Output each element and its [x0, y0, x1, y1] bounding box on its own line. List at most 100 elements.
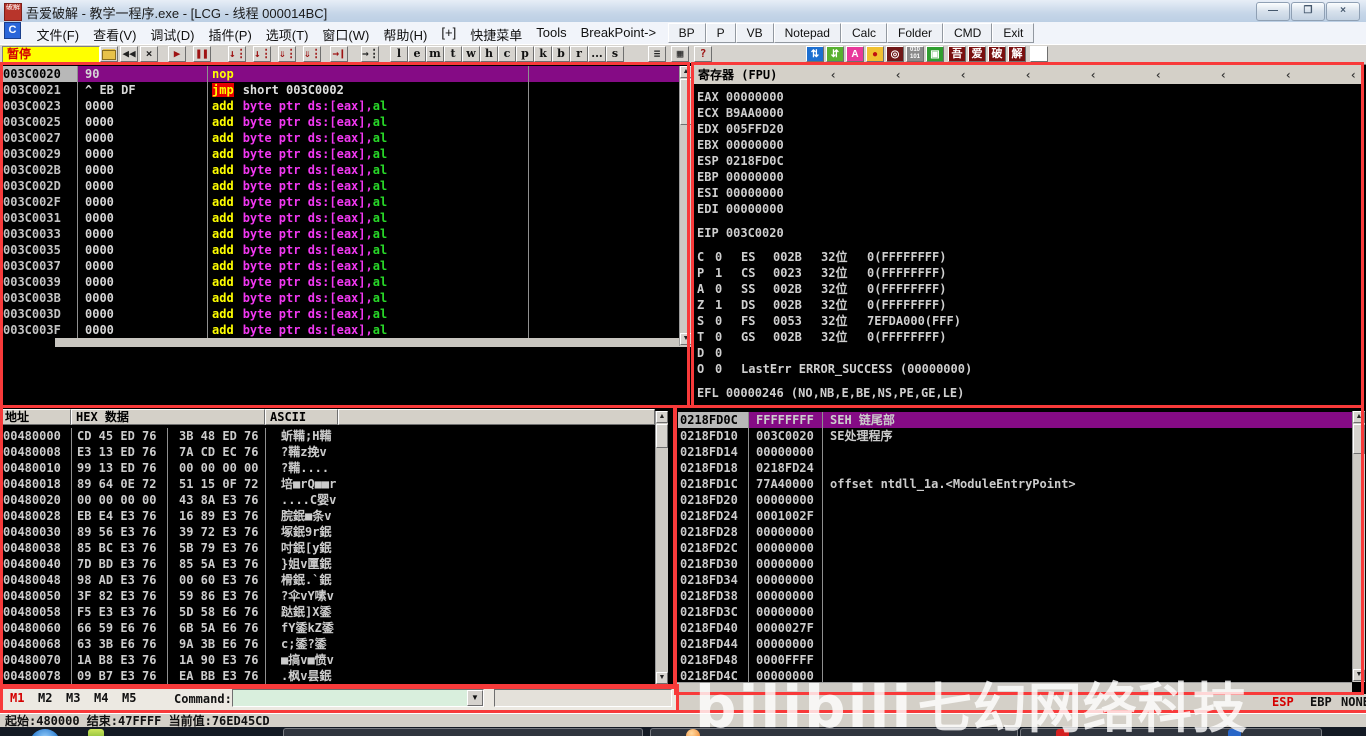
- execute-till-return-icon[interactable]: →❙: [330, 46, 348, 62]
- stack-row[interactable]: 0218FD24 0001002F: [678, 508, 1352, 524]
- disasm-scrollbar[interactable]: ▲ ▼: [679, 66, 692, 346]
- pane-button-l[interactable]: l: [390, 46, 408, 62]
- updown-icon[interactable]: ⇵: [826, 46, 844, 62]
- disasm-row[interactable]: 003C0029 0000 add byte ptr ds:[eax],al: [0, 146, 680, 162]
- pane-button-p[interactable]: p: [516, 46, 534, 62]
- disasm-row[interactable]: 003C0021 ^ EB DF jmp short 003C0002: [0, 82, 680, 98]
- column-divider[interactable]: [77, 66, 78, 338]
- flag-row[interactable]: D0: [697, 345, 1357, 361]
- target-icon[interactable]: ◎: [886, 46, 904, 62]
- pane-button-t[interactable]: t: [444, 46, 462, 62]
- efl-row[interactable]: EFL 00000246 (NO,NB,E,BE,NS,PE,GE,LE): [697, 385, 1357, 401]
- stack-row[interactable]: 0218FD18 0218FD24: [678, 460, 1352, 476]
- scroll-down-icon[interactable]: ▼: [656, 672, 668, 684]
- log-icon[interactable]: ≡: [648, 46, 666, 62]
- menu-item-[interactable]: 快捷菜单: [463, 22, 529, 44]
- menu-item-[interactable]: [+]: [434, 22, 463, 44]
- pane-button-m[interactable]: m: [426, 46, 444, 62]
- scroll-down-icon[interactable]: ▼: [1353, 669, 1365, 681]
- disasm-row[interactable]: 003C0031 0000 add byte ptr ds:[eax],al: [0, 210, 680, 226]
- taskbar-button[interactable]: [283, 728, 643, 736]
- dump-row[interactable]: 00480050 3F 82 E3 76 59 86 E3 76 ?伞vY嗉v: [0, 588, 654, 604]
- binary-icon[interactable]: 010 101: [906, 46, 924, 62]
- disasm-row[interactable]: 003C003F 0000 add byte ptr ds:[eax],al: [0, 322, 680, 338]
- dump-row[interactable]: 00480028 EB E4 E3 76 16 89 E3 76 脘鈱■条v: [0, 508, 654, 524]
- stack-row[interactable]: 0218FD48 0000FFFF: [678, 652, 1352, 668]
- flag-row[interactable]: O 0 LastErr ERROR_SUCCESS (00000000): [697, 361, 1357, 377]
- dump-row[interactable]: 00480020 00 00 00 00 43 8A E3 76 ....C婴v: [0, 492, 654, 508]
- register-row[interactable]: EBX 00000000: [697, 137, 1357, 153]
- windows-taskbar[interactable]: [0, 727, 1366, 736]
- menu-item-h[interactable]: 帮助(H): [376, 22, 434, 44]
- dump-row[interactable]: 00480038 85 BC E3 76 5B 79 E3 76 吋鈱[y鈱: [0, 540, 654, 556]
- pane-button-c[interactable]: c: [498, 46, 516, 62]
- command-input[interactable]: ▼: [232, 689, 484, 707]
- dump-row[interactable]: 00480018 89 64 0E 72 51 15 0F 72 培■rQ■■r: [0, 476, 654, 492]
- close-button[interactable]: ×: [1326, 2, 1360, 21]
- dump-row[interactable]: 00480008 E3 13 ED 76 7A CD EC 76 ?鞴z挽v: [0, 444, 654, 460]
- close-window-icon[interactable]: ×: [140, 46, 158, 62]
- flag-row[interactable]: T 0 GS 002B 32位 0(FFFFFFFF): [697, 329, 1357, 345]
- dump-header-ascii[interactable]: ASCII: [265, 409, 338, 425]
- scroll-thumb[interactable]: [1353, 424, 1365, 454]
- dump-row[interactable]: 00480000 CD 45 ED 76 3B 48 ED 76 蚚鞴;H鞴: [0, 428, 654, 444]
- register-row[interactable]: ESP 0218FD0C: [697, 153, 1357, 169]
- command-aux-field[interactable]: [494, 689, 672, 707]
- disasm-row[interactable]: 003C003B 0000 add byte ptr ds:[eax],al: [0, 290, 680, 306]
- stack-row[interactable]: 0218FD28 00000000: [678, 524, 1352, 540]
- disasm-row[interactable]: 003C0025 0000 add byte ptr ds:[eax],al: [0, 114, 680, 130]
- go-to-address-icon[interactable]: →⋮: [361, 46, 380, 62]
- menu-item-d[interactable]: 调试(D): [143, 22, 201, 44]
- help-icon[interactable]: ?: [694, 46, 712, 62]
- disasm-row[interactable]: 003C0020 90 nop: [0, 66, 680, 82]
- taskbar-app-icon[interactable]: [686, 729, 700, 736]
- dump-row[interactable]: 00480010 99 13 ED 76 00 00 00 00 ?鞴....: [0, 460, 654, 476]
- stack-row[interactable]: 0218FD1C 77A40000 offset ntdll_1a.<ModuleE…: [678, 476, 1352, 492]
- menu-button-vb[interactable]: VB: [735, 23, 774, 43]
- stack-row[interactable]: 0218FD10 003C0020 SE处理程序: [678, 428, 1352, 444]
- scroll-up-icon[interactable]: ▲: [680, 66, 692, 78]
- flag-row[interactable]: Z 1 DS 002B 32位 0(FFFFFFFF): [697, 297, 1357, 313]
- menu-button-bp[interactable]: BP: [667, 23, 706, 43]
- menu-button-exit[interactable]: Exit: [992, 23, 1035, 43]
- dump-row[interactable]: 00480030 89 56 E3 76 39 72 E3 76 塚鈱9r鈱: [0, 524, 654, 540]
- registers-pane[interactable]: 寄存器 (FPU) ‹ ‹ ‹ ‹ ‹ ‹ ‹ ‹ ‹ EAX 00000000…: [693, 63, 1364, 407]
- memory-dump-pane[interactable]: 地址 HEX 数据 ASCII 00480000 CD 45 ED 76 3B 48…: [0, 409, 676, 688]
- flag-row[interactable]: A 0 SS 002B 32位 0(FFFFFFFF): [697, 281, 1357, 297]
- menu-button-p[interactable]: P: [705, 23, 736, 43]
- step-over-icon[interactable]: ↓⋮: [253, 46, 272, 62]
- stack-pane[interactable]: 0218FD0C FFFFFFFF SEH 链尾部 0218FD10 003C0020 S…: [676, 409, 1365, 693]
- disasm-row[interactable]: 003C002B 0000 add byte ptr ds:[eax],al: [0, 162, 680, 178]
- register-row[interactable]: EDI 00000000: [697, 201, 1357, 217]
- menu-button-calc[interactable]: Calc: [840, 23, 887, 43]
- start-orb-icon[interactable]: [30, 729, 60, 736]
- flag-row[interactable]: C 0 ES 002B 32位 0(FFFFFFFF): [697, 249, 1357, 265]
- stack-row[interactable]: 0218FD0C FFFFFFFF SEH 链尾部: [678, 412, 1352, 428]
- menu-item-v[interactable]: 查看(V): [86, 22, 143, 44]
- dump-header-hex[interactable]: HEX 数据: [71, 409, 265, 425]
- disasm-row[interactable]: 003C002F 0000 add byte ptr ds:[eax],al: [0, 194, 680, 210]
- rewind-icon[interactable]: ◀◀: [120, 46, 138, 62]
- register-row[interactable]: EDX 005FFD20: [697, 121, 1357, 137]
- dump-row[interactable]: 00480068 63 3B E6 76 9A 3B E6 76 c;鋈?鋈: [0, 636, 654, 652]
- register-row[interactable]: EBP 00000000: [697, 169, 1357, 185]
- dump-row[interactable]: 00480070 1A B8 E3 76 1A 90 E3 76 ■搞v■愤v: [0, 652, 654, 668]
- open-folder-icon[interactable]: [100, 46, 118, 62]
- restore-button[interactable]: ❐: [1291, 2, 1325, 21]
- pane-button-s[interactable]: s: [606, 46, 624, 62]
- animate-over-icon[interactable]: ⇓⋮: [303, 46, 322, 62]
- flag-row[interactable]: P 1 CS 0023 32位 0(FFFFFFFF): [697, 265, 1357, 281]
- stack-hscrollbar[interactable]: [676, 682, 1352, 694]
- menu-item-f[interactable]: 文件(F): [29, 22, 86, 44]
- disasm-row[interactable]: 003C0037 0000 add byte ptr ds:[eax],al: [0, 258, 680, 274]
- memory-tab-m5[interactable]: M5: [122, 691, 136, 705]
- taskbar-app-icon[interactable]: [1228, 729, 1241, 736]
- flag-row[interactable]: S 0 FS 0053 32位 7EFDA000(FFF): [697, 313, 1357, 329]
- memory-tab-m4[interactable]: M4: [94, 691, 108, 705]
- menu-item-t[interactable]: 选项(T): [259, 22, 316, 44]
- stack-row[interactable]: 0218FD38 00000000: [678, 588, 1352, 604]
- disasm-row[interactable]: 003C0035 0000 add byte ptr ds:[eax],al: [0, 242, 680, 258]
- pane-button-e[interactable]: e: [408, 46, 426, 62]
- disasm-row[interactable]: 003C002D 0000 add byte ptr ds:[eax],al: [0, 178, 680, 194]
- memory-window-icon[interactable]: ▣: [926, 46, 944, 62]
